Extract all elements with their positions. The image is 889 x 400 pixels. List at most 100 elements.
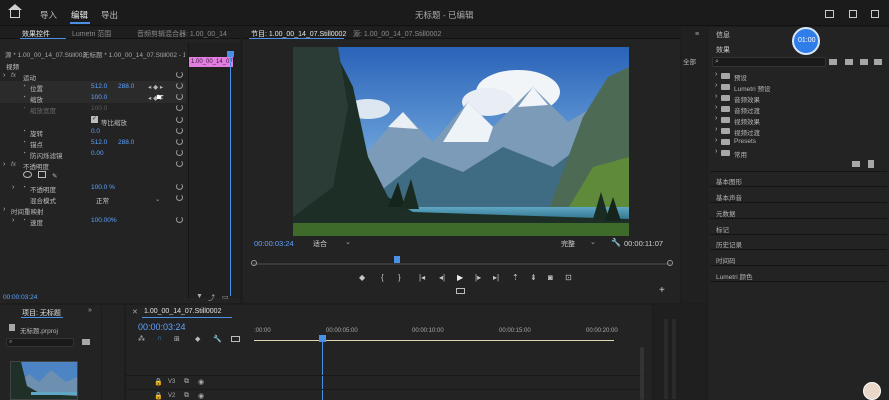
effects-tree-item[interactable]: › Presets xyxy=(715,137,835,147)
go-to-out-icon[interactable]: ▸| xyxy=(493,273,499,282)
audio-meter[interactable] xyxy=(654,305,706,400)
effects-tree-item[interactable]: › 视频效果 xyxy=(715,115,835,126)
sync-lock-icon[interactable]: ⧉ xyxy=(184,392,189,400)
tools-menu-icon[interactable]: ≡ xyxy=(695,31,699,38)
quality-select[interactable]: 完整 xyxy=(561,239,575,249)
timeline-close-icon[interactable]: ✕ xyxy=(132,308,138,316)
clip-chip[interactable]: 1.00_00_14_07 xyxy=(189,57,233,67)
yuv-icon[interactable] xyxy=(874,59,882,65)
lock-icon[interactable]: 🔒 xyxy=(154,378,163,386)
step-back-icon[interactable]: ◂| xyxy=(439,273,445,282)
timeline-wrench-icon[interactable]: 🔧 xyxy=(213,335,222,343)
position-x-value[interactable]: 512.0 xyxy=(91,83,107,90)
pen-mask-icon[interactable]: ✎ xyxy=(52,172,57,180)
avatar[interactable] xyxy=(863,382,881,400)
rotation-value[interactable]: 0.0 xyxy=(91,128,100,135)
effects-tree-item[interactable]: › 视频过渡 xyxy=(715,126,835,137)
section-markers[interactable]: 标记 xyxy=(716,224,729,234)
mark-out-icon[interactable]: } xyxy=(398,273,401,282)
reset-icon[interactable] xyxy=(176,183,183,190)
timeline-sequence-tab[interactable]: 1.00_00_14_07.Still0002 xyxy=(144,308,221,315)
step-forward-icon[interactable]: |▸ xyxy=(475,273,481,282)
tab-audio-mixer[interactable]: 音频剪辑混合器: 1.00_00_14_07.Still0002 xyxy=(137,29,227,39)
fullscreen-icon[interactable] xyxy=(871,10,879,18)
new-bin-icon[interactable] xyxy=(82,339,90,345)
scale-value[interactable]: 100.0 xyxy=(91,94,107,101)
blend-mode-row[interactable]: 混合模式 正常 ⌄ xyxy=(0,193,186,205)
reset-icon[interactable] xyxy=(176,194,183,201)
scrubber-start-icon[interactable] xyxy=(251,260,257,266)
scrubber-playhead[interactable] xyxy=(394,256,400,263)
fit-select[interactable]: 适合 xyxy=(313,239,327,249)
tab-info[interactable]: 信息 xyxy=(716,30,730,40)
effect-controls-timecode[interactable]: 00:00:03:24 xyxy=(3,294,37,301)
time-ruler[interactable]: :00:00 00:00:05:00 00:00:10:00 00:00:15:… xyxy=(254,325,644,343)
section-essential-graphics[interactable]: 基本图形 xyxy=(716,176,742,186)
rect-mask-icon[interactable] xyxy=(38,171,46,178)
marker-icon[interactable]: ◆ xyxy=(359,273,365,282)
wrench-icon[interactable]: 🔧 xyxy=(611,238,621,247)
play-icon[interactable]: ▶ xyxy=(457,273,463,282)
linked-selection-icon[interactable]: ⊞ xyxy=(174,335,180,343)
sequence-clip-label[interactable]: 无标题 * 1.00_00_14_07.Still002 - 1... xyxy=(83,49,185,59)
reset-icon[interactable] xyxy=(176,82,183,89)
project-menu-icon[interactable]: » xyxy=(88,307,92,314)
project-search-input[interactable]: ⌕ xyxy=(6,338,74,347)
opacity-row[interactable]: › ◔ 不透明度 100.0 % xyxy=(0,182,186,194)
anchor-row[interactable]: ◔ 锚点 512.0 288.0 xyxy=(0,137,186,149)
opacity-value[interactable]: 100.0 % xyxy=(91,184,115,191)
extract-icon[interactable]: ⇟ xyxy=(530,273,537,282)
source-clip-label[interactable]: 源 * 1.00_00_14_07.Still002 xyxy=(5,49,86,59)
reset-icon[interactable] xyxy=(176,160,183,167)
button-editor-icon[interactable] xyxy=(456,288,465,294)
panel-menu-icon[interactable]: ▭ xyxy=(222,293,229,301)
scale-row[interactable]: ◔ 缩放 100.0 ◂ ◆ ▸ ☛ xyxy=(0,92,186,104)
checkbox-checked-icon[interactable]: ✓ xyxy=(91,116,98,123)
track-v3[interactable]: 🔒 V3 ⧉ ◉ xyxy=(126,375,646,388)
effects-tree-item[interactable]: › Lumetri 预设 xyxy=(715,82,835,93)
tab-effects[interactable]: 效果 xyxy=(716,45,730,55)
section-essential-sound[interactable]: 基本声音 xyxy=(716,192,742,202)
captions-icon[interactable] xyxy=(231,336,240,342)
reset-icon[interactable] xyxy=(176,149,183,156)
home-icon[interactable] xyxy=(10,9,20,18)
mark-in-icon[interactable]: { xyxy=(381,273,384,282)
time-remap-row[interactable]: › 时间重映射 xyxy=(0,204,186,216)
compare-icon[interactable]: ⊡ xyxy=(565,273,572,282)
add-marker-icon[interactable]: ◆ xyxy=(195,335,200,343)
camera-icon[interactable]: ◙ xyxy=(548,273,553,282)
new-bin-icon[interactable] xyxy=(829,59,837,65)
filter-icon[interactable]: ▼ xyxy=(196,293,203,300)
position-row[interactable]: ◔ 位置 512.0 288.0 ◂ ◆ ▸ xyxy=(0,81,186,93)
section-history[interactable]: 历史记录 xyxy=(716,239,742,249)
timeline-playhead-handle[interactable] xyxy=(319,335,326,342)
trash-icon[interactable] xyxy=(868,160,874,168)
project-thumbnail[interactable] xyxy=(10,361,78,400)
timer-badge[interactable]: 01:00 xyxy=(792,27,820,55)
ellipse-mask-icon[interactable] xyxy=(23,171,32,178)
anchor-y-value[interactable]: 288.0 xyxy=(118,139,134,146)
menu-export[interactable]: 导出 xyxy=(101,9,118,21)
section-metadata[interactable]: 元数据 xyxy=(716,208,736,218)
anti-flicker-row[interactable]: ◔ 防闪烁滤镜 0.00 xyxy=(0,148,186,160)
add-button-icon[interactable]: + xyxy=(659,285,665,296)
speed-row[interactable]: › ◔ 速度 100.00% xyxy=(0,215,186,227)
go-to-in-icon[interactable]: |◂ xyxy=(419,273,425,282)
speed-value[interactable]: 100.00% xyxy=(91,217,117,224)
lock-icon[interactable]: 🔒 xyxy=(154,392,163,400)
accelerated-icon[interactable] xyxy=(845,59,853,65)
tools-tab[interactable]: 全部 xyxy=(683,56,696,66)
eye-icon[interactable]: ◉ xyxy=(198,378,204,386)
menu-import[interactable]: 导入 xyxy=(40,9,57,21)
reset-icon[interactable] xyxy=(176,104,183,111)
effects-tree-item[interactable]: › 音频效果 xyxy=(715,93,835,104)
mini-playhead-handle[interactable] xyxy=(227,51,234,57)
scrubber-end-icon[interactable] xyxy=(667,260,673,266)
timeline-timecode[interactable]: 00:00:03:24 xyxy=(138,322,186,332)
tab-source[interactable]: 源: 1.00_00_14_07.Still0002 xyxy=(353,29,441,39)
work-area-bar[interactable] xyxy=(254,340,614,341)
reset-icon[interactable] xyxy=(176,116,183,123)
mini-playhead[interactable] xyxy=(230,51,231,296)
nest-icon[interactable]: ⁂ xyxy=(138,335,145,343)
reset-icon[interactable] xyxy=(176,71,183,78)
